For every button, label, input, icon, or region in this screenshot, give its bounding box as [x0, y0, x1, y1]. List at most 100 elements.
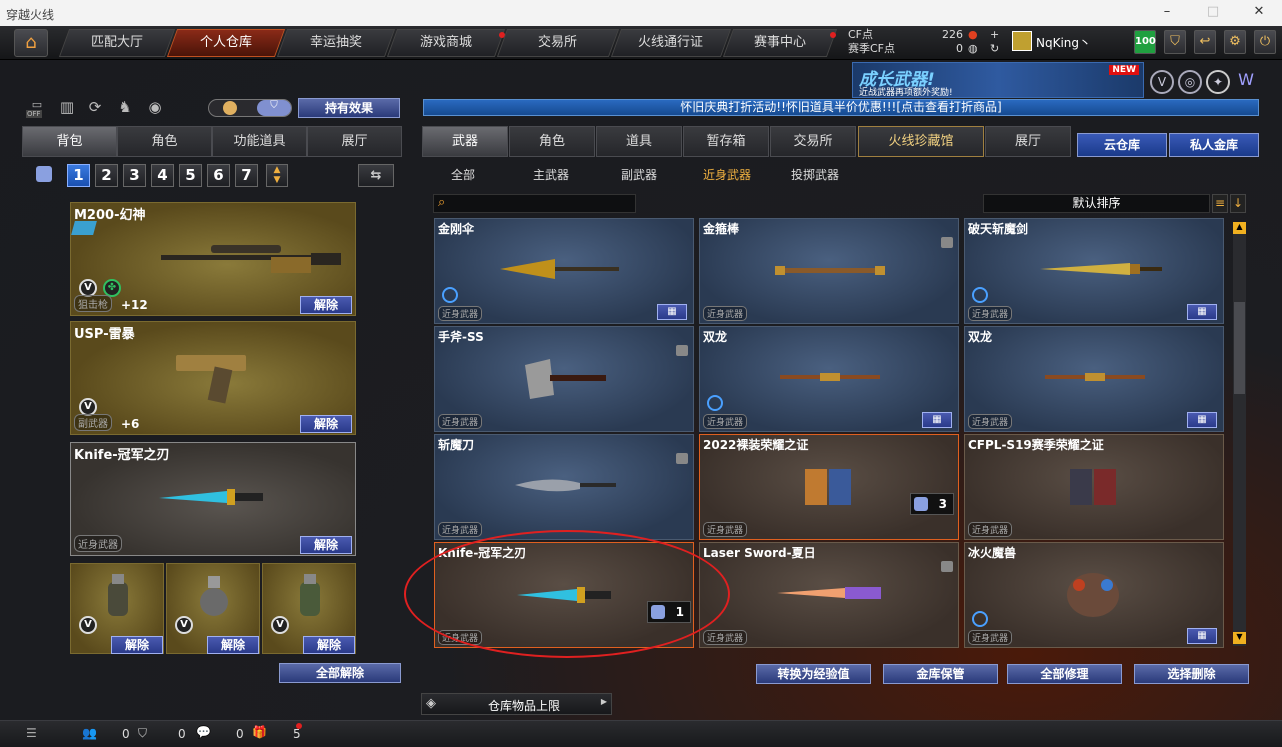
item-card[interactable]: 金箍棒 近身武器: [699, 218, 959, 324]
grid-scrollbar[interactable]: ▲ ▼: [1233, 222, 1246, 646]
slot-5[interactable]: 5: [179, 164, 202, 187]
back-icon[interactable]: ↩: [1194, 30, 1216, 54]
item-card[interactable]: 斩魔刀 近身武器: [434, 434, 694, 540]
select-delete-button[interactable]: 选择删除: [1134, 664, 1249, 684]
tab-game-mall[interactable]: 游戏商城: [386, 29, 506, 57]
tab-match-lobby[interactable]: 匹配大厅: [58, 29, 176, 57]
item-card[interactable]: 双龙 近身武器 ▦: [964, 326, 1224, 432]
equipped-primary-card[interactable]: M200-幻神 V ✤ 狙击枪 +12 解除: [70, 202, 356, 316]
vault-store-button[interactable]: 金库保管: [883, 664, 998, 684]
v-badge-icon[interactable]: V: [1150, 70, 1174, 94]
slot-4[interactable]: 4: [151, 164, 174, 187]
search-input[interactable]: ⌕: [433, 194, 636, 213]
item-card[interactable]: 冰火魔兽 近身武器 ▦: [964, 542, 1224, 648]
unequip-button[interactable]: 解除: [300, 536, 352, 554]
unequip-button[interactable]: 解除: [300, 296, 352, 314]
slot-7[interactable]: 7: [235, 164, 258, 187]
tab-temp-box[interactable]: 暂存箱: [683, 126, 769, 157]
tab-lucky-draw[interactable]: 幸运抽奖: [276, 29, 396, 57]
effects-button[interactable]: 持有效果: [298, 98, 400, 118]
tab-right-showroom[interactable]: 展厅: [985, 126, 1071, 157]
item-card[interactable]: Laser Sword-夏日 近身武器: [699, 542, 959, 648]
item-card[interactable]: 金刚伞 近身武器 ▦: [434, 218, 694, 324]
unequip-button[interactable]: 解除: [303, 636, 355, 654]
tab-items[interactable]: 道具: [596, 126, 682, 157]
unequip-button[interactable]: 解除: [111, 636, 163, 654]
add-icon[interactable]: +: [990, 28, 999, 42]
unequip-button[interactable]: 解除: [207, 636, 259, 654]
tab-exchange[interactable]: 交易所: [496, 29, 620, 57]
scroll-thumb[interactable]: [1234, 302, 1245, 394]
character-icon[interactable]: ♞: [114, 98, 136, 118]
select-checkbox-icon[interactable]: ▦: [1187, 412, 1217, 428]
tab-showroom[interactable]: 展厅: [307, 126, 402, 157]
grenade-slot-card[interactable]: V 解除: [166, 563, 260, 654]
globe-icon[interactable]: ◎: [1178, 70, 1202, 94]
unequip-button[interactable]: 解除: [300, 415, 352, 433]
star-icon[interactable]: ✦: [1206, 70, 1230, 94]
close-icon[interactable]: ✕: [1236, 0, 1282, 26]
select-checkbox-icon[interactable]: ▦: [1187, 628, 1217, 644]
item-card[interactable]: 破天斩魔剑 近身武器 ▦: [964, 218, 1224, 324]
tab-weapons[interactable]: 武器: [422, 126, 508, 157]
sort-direction-icon[interactable]: ↓: [1230, 194, 1246, 213]
repair-all-button[interactable]: 全部修理: [1007, 664, 1122, 684]
friends-icon[interactable]: 👥: [82, 726, 97, 740]
item-card[interactable]: CFPL-S19赛季荣耀之证 近身武器: [964, 434, 1224, 540]
stats-icon[interactable]: ▥: [56, 98, 78, 118]
slot-6[interactable]: 6: [207, 164, 230, 187]
grenade-slot-card[interactable]: V 解除: [262, 563, 356, 654]
shield-icon[interactable]: ⛉: [1164, 30, 1186, 54]
tab-collection-hall[interactable]: 火线珍藏馆: [858, 126, 984, 157]
tab-characters[interactable]: 角色: [509, 126, 595, 157]
tab-event-center[interactable]: 赛事中心: [722, 29, 838, 57]
select-checkbox-icon[interactable]: ▦: [657, 304, 687, 320]
announcement-marquee[interactable]: 怀旧庆典打折活动!!怀旧道具半价优惠!!![点击查看打折商品]: [423, 99, 1259, 116]
maximize-icon[interactable]: □: [1190, 0, 1236, 26]
list-icon[interactable]: ≡: [1212, 194, 1228, 213]
grenade-slot-card[interactable]: V 解除: [70, 563, 164, 654]
convert-exp-button[interactable]: 转换为经验值: [756, 664, 871, 684]
gift-icon[interactable]: 🎁: [252, 725, 267, 739]
capacity-bar[interactable]: ◈ 仓库物品上限 ▶: [421, 693, 612, 715]
slot-2[interactable]: 2: [95, 164, 118, 187]
subtab-all[interactable]: 全部: [451, 166, 475, 183]
equipped-melee-card[interactable]: Knife-冠军之刃 近身武器 解除: [70, 442, 356, 556]
off-toggle-icon[interactable]: ▭ OFF: [26, 98, 48, 118]
grenade-icon[interactable]: ◉: [144, 98, 166, 118]
tab-character[interactable]: 角色: [117, 126, 212, 157]
user-profile[interactable]: NqKing丶: [1010, 29, 1128, 55]
home-icon[interactable]: ⌂: [14, 29, 48, 57]
transfer-icon[interactable]: ⇆: [358, 164, 394, 187]
shield-outline-icon[interactable]: ⛉: [138, 726, 147, 741]
promo-banner[interactable]: 成长武器! 近战武器再项额外奖励! NEW: [852, 62, 1144, 98]
slot-arrows-icon[interactable]: ▲ ▼: [266, 164, 288, 187]
mode-toggle[interactable]: ⛉: [208, 99, 292, 117]
cloud-storage-button[interactable]: 云仓库: [1077, 133, 1167, 157]
item-card[interactable]: 手斧-SS 近身武器: [434, 326, 694, 432]
subtab-melee[interactable]: 近身武器: [703, 166, 751, 183]
item-card[interactable]: 双龙 近身武器 ▦: [699, 326, 959, 432]
tab-personal-storage[interactable]: 个人仓库: [166, 29, 286, 57]
scroll-up-icon[interactable]: ▲: [1233, 222, 1246, 234]
equipped-secondary-card[interactable]: USP-雷暴 V 副武器 +6 解除: [70, 321, 356, 435]
power-icon[interactable]: ⏻: [1254, 30, 1276, 54]
menu-icon[interactable]: ☰: [26, 726, 37, 740]
unequip-all-button[interactable]: 全部解除: [279, 663, 401, 683]
subtab-primary[interactable]: 主武器: [533, 166, 569, 183]
sort-dropdown[interactable]: 默认排序: [983, 194, 1210, 213]
slot-1[interactable]: 1: [67, 164, 90, 187]
tab-battle-pass[interactable]: 火线通行证: [610, 29, 732, 57]
tab-function-items[interactable]: 功能道具: [212, 126, 307, 157]
private-vault-button[interactable]: 私人金库: [1169, 133, 1259, 157]
slot-3[interactable]: 3: [123, 164, 146, 187]
subtab-throwable[interactable]: 投掷武器: [791, 166, 839, 183]
w-logo-icon[interactable]: W: [1234, 70, 1258, 94]
select-checkbox-icon[interactable]: ▦: [1187, 304, 1217, 320]
chat-icon[interactable]: 💬: [196, 725, 211, 739]
tab-exchange-storage[interactable]: 交易所: [770, 126, 856, 157]
tab-backpack[interactable]: 背包: [22, 126, 117, 157]
select-checkbox-icon[interactable]: ▦: [922, 412, 952, 428]
refresh-icon[interactable]: ↻: [990, 42, 999, 56]
subtab-secondary[interactable]: 副武器: [621, 166, 657, 183]
